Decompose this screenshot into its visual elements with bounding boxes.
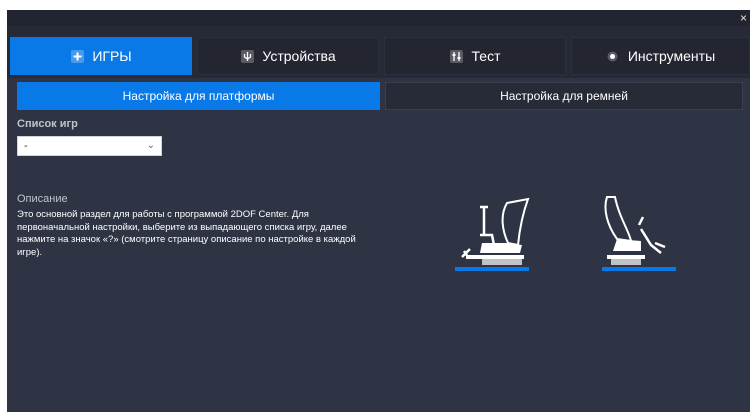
tab-test-label: Тест bbox=[471, 48, 501, 64]
tab-platform-setup[interactable]: Настройка для платформы bbox=[17, 82, 380, 110]
gear-icon bbox=[606, 49, 620, 63]
tab-devices-label: Устройства bbox=[262, 48, 336, 64]
games-list-label: Список игр bbox=[17, 118, 78, 130]
description-text: Это основной раздел для работы с програм… bbox=[17, 209, 356, 258]
tab-games[interactable]: ИГРЫ bbox=[10, 37, 192, 75]
tab-tools[interactable]: Инструменты bbox=[571, 37, 750, 75]
tab-tools-label: Инструменты bbox=[627, 48, 716, 64]
close-icon[interactable]: × bbox=[740, 10, 747, 26]
tab-test[interactable]: Тест bbox=[384, 37, 566, 75]
description-label: Описание bbox=[17, 193, 68, 205]
gamepad-icon bbox=[70, 49, 84, 63]
tab-devices[interactable]: Устройства bbox=[197, 37, 379, 75]
games-select[interactable]: - ⌄ bbox=[17, 136, 162, 156]
chevron-down-icon: ⌄ bbox=[146, 140, 155, 151]
platform-indicator-right bbox=[602, 267, 676, 271]
title-bar: × bbox=[7, 10, 750, 26]
sub-tab-bar: Настройка для платформы Настройка для ре… bbox=[7, 82, 750, 110]
platform-indicator-left bbox=[455, 267, 529, 271]
tab-belts-setup[interactable]: Настройка для ремней bbox=[385, 82, 743, 110]
device-icon bbox=[240, 49, 254, 63]
main-tab-bar: ИГРЫ Устройства Тест Инструменты bbox=[7, 26, 750, 78]
app-window: × ИГРЫ Устройства Тест Инструменты Настр… bbox=[7, 10, 750, 412]
tab-games-label: ИГРЫ bbox=[92, 48, 132, 64]
sliders-icon bbox=[450, 49, 464, 63]
games-select-value: - bbox=[24, 140, 28, 152]
